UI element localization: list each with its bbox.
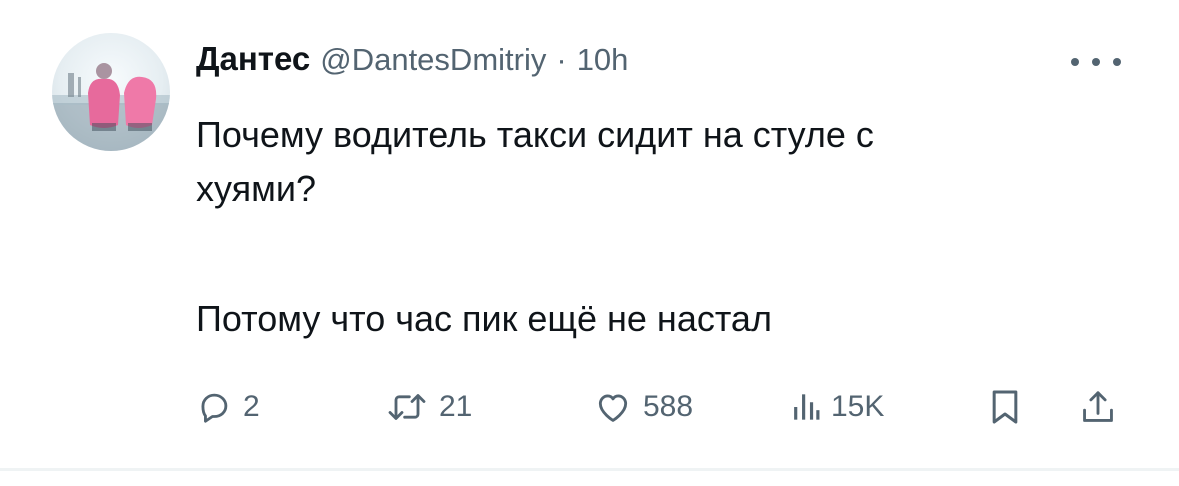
separator: · xyxy=(556,42,567,77)
views-icon xyxy=(794,394,820,420)
tweet: Дантес @DantesDmitriy · 10h Почему водит… xyxy=(0,0,1179,486)
view-count: 15K xyxy=(831,390,885,423)
bookmark-button[interactable] xyxy=(988,382,1022,432)
tweet-text-line: хуями? xyxy=(196,168,316,209)
repost-count: 21 xyxy=(439,390,473,423)
avatar-image xyxy=(52,63,170,151)
tweet-text-line: Почему водитель такси сидит на стуле с xyxy=(196,114,874,155)
tweet-header: Дантес @DantesDmitriy · 10h xyxy=(196,40,628,90)
more-dot xyxy=(1071,58,1079,66)
share-button[interactable] xyxy=(1079,382,1117,432)
views-button[interactable]: 15K xyxy=(791,382,884,432)
share-icon xyxy=(1083,391,1113,422)
more-dot xyxy=(1092,58,1100,66)
like-count: 588 xyxy=(643,390,694,423)
repost-icon xyxy=(388,394,426,420)
heart-icon xyxy=(598,394,628,422)
reply-button[interactable]: 2 xyxy=(195,382,260,432)
timestamp[interactable]: 10h xyxy=(577,42,629,78)
like-button[interactable]: 588 xyxy=(593,382,693,432)
more-icon[interactable] xyxy=(1071,50,1121,74)
reply-icon xyxy=(201,393,228,423)
tweet-text: Почему водитель такси сидит на стуле с х… xyxy=(196,108,1096,346)
action-bar: 2 21 588 15K xyxy=(195,382,1135,432)
more-dot xyxy=(1113,58,1121,66)
tweet-text-line: Потому что час пик ещё не настал xyxy=(196,298,772,339)
bookmark-icon xyxy=(992,390,1018,424)
repost-button[interactable]: 21 xyxy=(385,382,472,432)
author-handle[interactable]: @DantesDmitriy xyxy=(320,42,546,78)
avatar[interactable] xyxy=(52,33,170,151)
author-name[interactable]: Дантес xyxy=(196,40,310,78)
reply-count: 2 xyxy=(243,390,260,423)
divider xyxy=(0,468,1179,471)
